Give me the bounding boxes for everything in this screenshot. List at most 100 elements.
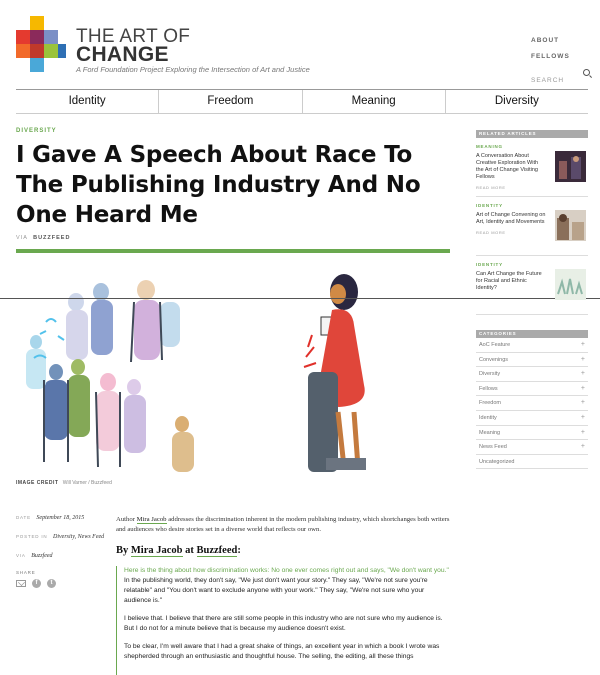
share-icons: f t: [16, 579, 106, 588]
related-thumbnail[interactable]: [555, 151, 586, 182]
nav-fellows-link[interactable]: FELLOWS: [531, 53, 591, 60]
article-meta: DATE September 18, 2015 POSTED IN Divers…: [16, 515, 106, 588]
search-icon[interactable]: [583, 69, 590, 76]
meta-posted-value[interactable]: Diversity, News Feed: [53, 534, 104, 540]
category-label: Diversity: [479, 371, 501, 378]
category-item[interactable]: Fellows +: [476, 382, 588, 397]
category-item[interactable]: AoC Feature +: [476, 338, 588, 353]
related-articles: RELATED ARTICLES MEANING A Conversation …: [476, 130, 588, 315]
article-intro: Author Mira Jacob addresses the discrimi…: [116, 515, 450, 534]
related-read-more[interactable]: READ MORE: [476, 185, 588, 190]
main-nav-meaning[interactable]: Meaning: [303, 90, 446, 113]
plus-icon[interactable]: +: [581, 338, 585, 352]
category-label: AoC Feature: [479, 342, 511, 348]
main-nav-diversity[interactable]: Diversity: [446, 90, 588, 113]
logo-square: [44, 44, 58, 58]
share-label: SHARE: [16, 570, 36, 575]
byline-colon: :: [237, 545, 241, 556]
logo-square: [58, 44, 66, 58]
divider-bar: [16, 249, 450, 253]
category-item[interactable]: Freedom +: [476, 396, 588, 411]
categories-list: CATEGORIES AoC Feature + Convenings + Dive…: [476, 330, 588, 470]
logo-square: [30, 58, 44, 72]
byline-at: at: [185, 545, 194, 556]
site-tagline: A Ford Foundation Project Exploring the …: [76, 65, 310, 74]
intro-pre: Author: [116, 516, 135, 523]
plus-icon[interactable]: +: [581, 411, 585, 425]
site-title[interactable]: THE ART OF CHANGE: [76, 27, 190, 66]
article-via: VIA BUZZFEED: [16, 235, 70, 241]
related-category[interactable]: IDENTITY: [476, 262, 588, 267]
image-credit-text: Will Varner / Buzzfeed: [62, 480, 112, 486]
meta-via-value[interactable]: Buzzfeed: [31, 553, 52, 559]
image-credit-label: IMAGE CREDIT: [16, 480, 59, 486]
via-source-link[interactable]: BUZZFEED: [33, 235, 70, 241]
search-input[interactable]: [531, 77, 581, 84]
plus-icon[interactable]: +: [581, 353, 585, 367]
site-logo[interactable]: [16, 16, 72, 72]
category-item[interactable]: Meaning +: [476, 426, 588, 441]
image-credit: IMAGE CREDIT Will Varner / Buzzfeed: [16, 480, 112, 486]
related-thumbnail[interactable]: [555, 269, 586, 300]
excerpt-paragraph-3: To be clear, I'm well aware that I had a…: [124, 643, 440, 660]
twitter-share-icon[interactable]: t: [47, 579, 56, 588]
meta-date-label: DATE: [16, 515, 31, 520]
meta-posted: POSTED IN Diversity, News Feed: [16, 534, 106, 540]
logo-square: [16, 30, 30, 44]
category-item[interactable]: Identity +: [476, 411, 588, 426]
intro-author-link[interactable]: Mira Jacob: [136, 516, 167, 524]
facebook-share-icon[interactable]: f: [32, 579, 41, 588]
category-item[interactable]: Diversity +: [476, 367, 588, 382]
plus-icon[interactable]: +: [581, 367, 585, 381]
related-item[interactable]: IDENTITY Can Art Change the Future for R…: [476, 256, 588, 315]
category-label: Uncategorized: [479, 458, 515, 465]
email-share-icon[interactable]: [16, 580, 26, 587]
article-byline: By Mira Jacob at Buzzfeed:: [116, 545, 241, 557]
related-thumbnail[interactable]: [555, 210, 586, 241]
related-category[interactable]: IDENTITY: [476, 203, 588, 208]
plus-icon[interactable]: +: [581, 396, 585, 410]
category-label: Identity: [479, 414, 497, 421]
category-label: Freedom: [479, 400, 502, 407]
article-category[interactable]: DIVERSITY: [16, 128, 57, 134]
category-item[interactable]: News Feed +: [476, 440, 588, 455]
excerpt-paragraph-2: I believe that. I believe that there are…: [124, 615, 443, 632]
category-item[interactable]: Convenings +: [476, 353, 588, 368]
logo-square: [30, 30, 44, 44]
related-title[interactable]: Art of Change Convening on Art, Identity…: [476, 212, 546, 226]
category-label: Meaning: [479, 429, 501, 436]
main-nav-freedom[interactable]: Freedom: [159, 90, 303, 113]
plus-icon[interactable]: +: [581, 426, 585, 440]
excerpt-paragraph-1: Here is the thing about how discriminati…: [124, 566, 450, 606]
meta-date: DATE September 18, 2015: [16, 515, 106, 521]
category-item[interactable]: Uncategorized: [476, 455, 588, 470]
byline-by: By: [116, 545, 129, 556]
plus-icon[interactable]: +: [581, 440, 585, 454]
main-nav: Identity Freedom Meaning Diversity: [16, 89, 588, 114]
related-category[interactable]: MEANING: [476, 144, 588, 149]
categories-heading: CATEGORIES: [476, 330, 588, 338]
article-headline: I Gave A Speech About Race To The Publis…: [16, 142, 421, 228]
meta-date-value: September 18, 2015: [36, 515, 85, 521]
main-nav-identity[interactable]: Identity: [16, 90, 160, 113]
byline-author-link[interactable]: Mira Jacob: [130, 545, 183, 557]
meta-posted-label: POSTED IN: [16, 534, 48, 539]
related-title[interactable]: Can Art Change the Future for Racial and…: [476, 271, 546, 292]
meta-via: VIA Buzzfeed: [16, 553, 106, 559]
search-box: [531, 69, 591, 87]
related-heading: RELATED ARTICLES: [476, 130, 588, 138]
byline-source-link[interactable]: Buzzfeed: [196, 545, 238, 557]
speaker-figure: [303, 274, 366, 472]
category-label: News Feed: [479, 444, 507, 451]
logo-square: [30, 44, 44, 58]
logo-square: [16, 44, 30, 58]
plus-icon[interactable]: +: [581, 382, 585, 396]
related-title[interactable]: A Conversation About Creative Exploratio…: [476, 153, 546, 181]
excerpt-p1-rest: In the publishing world, they don't say,…: [124, 577, 428, 604]
crowd-figures: [26, 280, 194, 472]
related-item[interactable]: IDENTITY Art of Change Convening on Art,…: [476, 197, 588, 256]
nav-about-link[interactable]: ABOUT: [531, 37, 591, 44]
meta-via-label: VIA: [16, 553, 26, 558]
related-item[interactable]: MEANING A Conversation About Creative Ex…: [476, 138, 588, 197]
site-title-line2: CHANGE: [76, 43, 169, 66]
